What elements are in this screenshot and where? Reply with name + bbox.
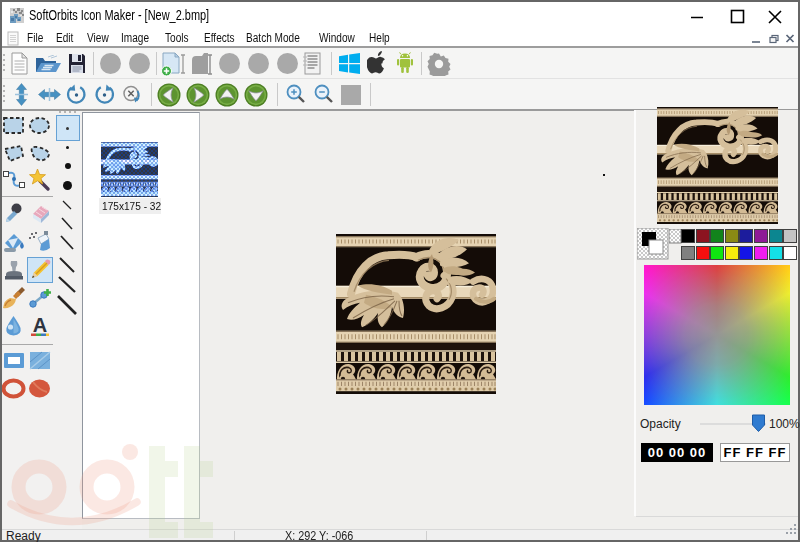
svg-text:A: A — [33, 314, 47, 336]
